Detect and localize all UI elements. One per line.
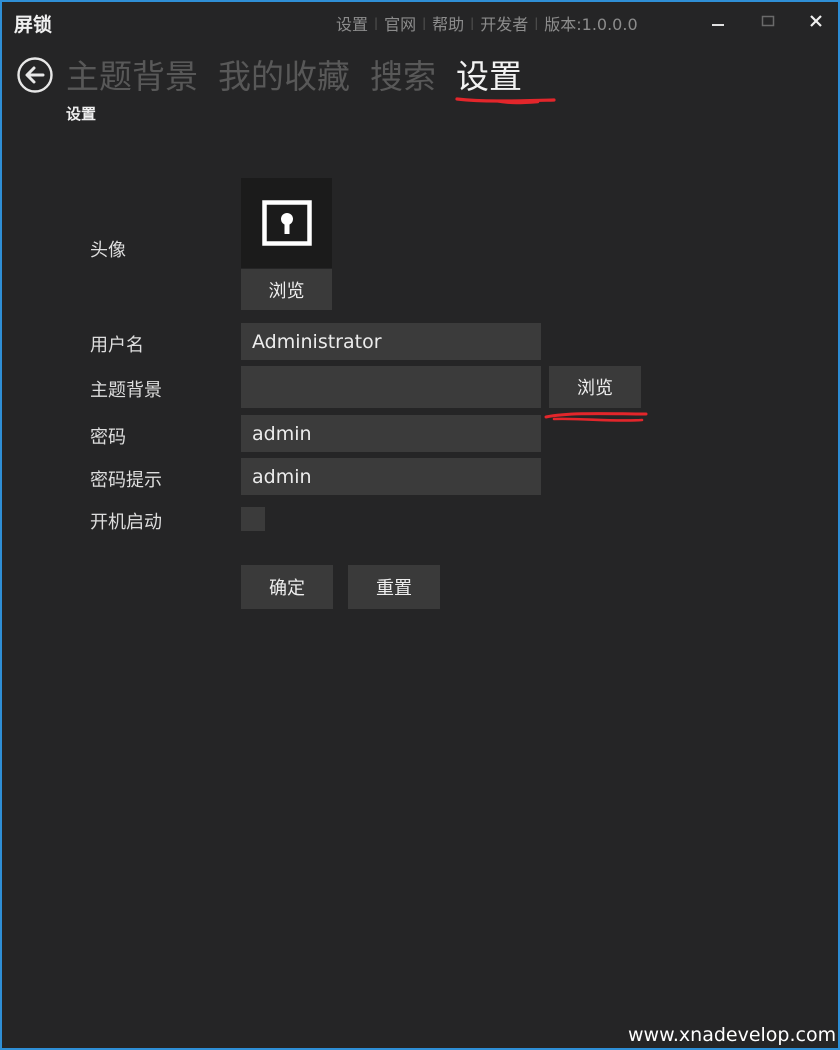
keyhole-lock-icon — [261, 200, 312, 246]
tab-search[interactable]: 搜索 — [370, 54, 436, 100]
password-field[interactable]: admin — [241, 415, 541, 452]
close-button[interactable] — [798, 6, 834, 36]
menu-separator: | — [374, 16, 379, 30]
version-label: 版本:1.0.0.0 — [544, 15, 638, 34]
theme-background-field[interactable] — [241, 366, 541, 408]
menu-separator: | — [534, 16, 539, 30]
tab-theme-background[interactable]: 主题背景 — [66, 54, 198, 100]
close-icon — [810, 15, 822, 27]
minimize-icon — [712, 24, 724, 26]
password-hint-label: 密码提示 — [90, 470, 162, 491]
confirm-button[interactable]: 确定 — [241, 565, 333, 609]
username-label: 用户名 — [90, 335, 144, 356]
theme-browse-button[interactable]: 浏览 — [549, 366, 641, 408]
app-window: 屏锁 设置 | 官网 | 帮助 | 开发者 | 版本:1.0.0.0 主题背景 … — [0, 0, 840, 1050]
menu-separator: | — [470, 16, 475, 30]
annotation-underline-browse-button — [544, 412, 648, 422]
minimize-button[interactable] — [700, 6, 736, 36]
page-subtitle: 设置 — [66, 105, 97, 123]
autostart-label: 开机启动 — [90, 512, 162, 533]
watermark: www.xnadevelop.com — [628, 1024, 837, 1046]
menu-website-link[interactable]: 官网 — [384, 11, 416, 35]
maximize-icon — [761, 15, 775, 27]
password-label: 密码 — [90, 427, 126, 448]
avatar — [241, 178, 332, 268]
annotation-underline-settings-tab — [455, 97, 556, 105]
top-menu: 设置 | 官网 | 帮助 | 开发者 | 版本:1.0.0.0 — [336, 11, 638, 35]
title-bar: 屏锁 设置 | 官网 | 帮助 | 开发者 | 版本:1.0.0.0 — [2, 2, 838, 44]
back-arrow-icon — [17, 57, 53, 93]
menu-developer-link[interactable]: 开发者 — [480, 11, 528, 35]
avatar-label: 头像 — [90, 240, 126, 261]
avatar-browse-button[interactable]: 浏览 — [241, 269, 332, 310]
maximize-button[interactable] — [750, 6, 786, 36]
back-button[interactable] — [16, 56, 54, 94]
username-field[interactable]: Administrator — [241, 323, 541, 360]
autostart-checkbox[interactable] — [241, 507, 265, 531]
menu-separator: | — [422, 16, 427, 30]
menu-settings-link[interactable]: 设置 — [336, 11, 368, 35]
app-title: 屏锁 — [14, 14, 53, 36]
theme-background-label: 主题背景 — [90, 380, 162, 401]
reset-button[interactable]: 重置 — [348, 565, 440, 609]
menu-help-link[interactable]: 帮助 — [432, 11, 464, 35]
tab-my-favorites[interactable]: 我的收藏 — [218, 54, 350, 100]
password-hint-field[interactable]: admin — [241, 458, 541, 495]
